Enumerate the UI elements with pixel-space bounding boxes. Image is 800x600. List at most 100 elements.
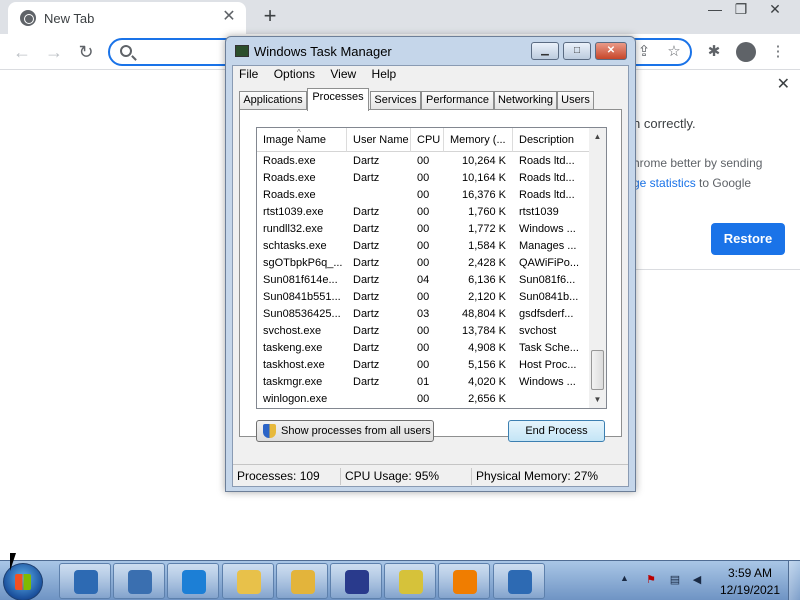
tab-processes[interactable]: Processes: [307, 88, 369, 111]
col-cpu[interactable]: CPU: [411, 128, 444, 152]
cell-memory: 5,156 K: [468, 359, 506, 371]
task-manager-titlebar[interactable]: Windows Task Manager ▁ □ ✕: [226, 37, 635, 65]
bubble-close-icon[interactable]: ✕: [777, 74, 790, 94]
process-row[interactable]: Sun081f614e... Dartz 04 6,136 K Sun081f6...: [257, 272, 591, 289]
col-user-name[interactable]: User Name: [347, 128, 411, 152]
cell-image-name: taskhost.exe: [263, 359, 325, 371]
processes-panel: ^ Image Name User Name CPU Memory (... D…: [239, 109, 622, 442]
taskbar-item-task-manager[interactable]: [492, 563, 545, 599]
tm-maximize-button[interactable]: □: [563, 42, 591, 60]
menu-options[interactable]: Options: [268, 66, 321, 82]
tab-performance[interactable]: Performance: [421, 91, 494, 110]
col-description[interactable]: Description: [513, 128, 591, 152]
process-row[interactable]: sgOTbpkP6q_... Dartz 00 2,428 K QAWiFiPo...: [257, 255, 591, 272]
cell-user-name: Dartz: [353, 308, 380, 320]
cell-user-name: Dartz: [353, 291, 380, 303]
sort-indicator-icon: ^: [297, 128, 301, 137]
tm-close-button[interactable]: ✕: [595, 42, 627, 60]
menu-bar: File Options View Help: [233, 66, 628, 84]
task-manager-body: File Options View Help Applications Proc…: [232, 65, 629, 487]
forward-button[interactable]: →: [42, 40, 66, 64]
show-desktop-button[interactable]: [788, 561, 800, 600]
end-process-button[interactable]: End Process: [508, 420, 605, 442]
window-close-button[interactable]: ✕: [760, 0, 790, 18]
tree-app-icon: [453, 570, 478, 594]
taskbar-item-folder[interactable]: [330, 563, 382, 599]
menu-help[interactable]: Help: [366, 66, 403, 82]
task-manager-icon: [235, 45, 249, 57]
tab-applications[interactable]: Applications: [239, 91, 307, 110]
profile-avatar[interactable]: [736, 42, 756, 62]
cell-image-name: Sun081f614e...: [263, 274, 338, 286]
usage-statistics-link[interactable]: ge statistics: [633, 176, 696, 190]
menu-file[interactable]: File: [233, 66, 264, 82]
status-bar: Processes: 109 CPU Usage: 95% Physical M…: [233, 464, 628, 486]
show-all-users-button[interactable]: Show processes from all users: [256, 420, 434, 442]
tab-networking[interactable]: Networking: [494, 91, 557, 110]
taskbar: ▲ ⚑ ▤ ◀ 3:59 AM 12/19/2021: [0, 560, 800, 600]
cell-memory: 10,264 K: [461, 155, 506, 167]
window-maximize-button[interactable]: ❐: [726, 0, 756, 18]
taskbar-item-folder[interactable]: [221, 563, 274, 599]
taskbar-item-vlc[interactable]: [384, 563, 437, 599]
taskbar-item-slack[interactable]: [167, 563, 220, 599]
cell-cpu: 00: [417, 393, 430, 405]
slack-icon: [182, 570, 207, 594]
tab-new-tab[interactable]: New Tab ✕: [8, 2, 246, 34]
back-button[interactable]: ←: [10, 40, 34, 64]
scroll-up-icon[interactable]: ▲: [589, 128, 606, 145]
scroll-down-icon[interactable]: ▼: [589, 391, 606, 408]
folder-icon: [236, 570, 261, 594]
process-list-scrollbar[interactable]: ▲ ▼: [589, 128, 606, 408]
cell-user-name: Dartz: [353, 257, 380, 269]
bookmark-star-icon[interactable]: ☆: [664, 42, 684, 62]
process-row[interactable]: rtst1039.exe Dartz 00 1,760 K rtst1039: [257, 204, 591, 221]
menu-view[interactable]: View: [324, 66, 362, 82]
teamviewer-icon: [128, 570, 153, 594]
clock-time[interactable]: 3:59 AM: [726, 566, 774, 580]
chrome-menu-icon[interactable]: ⋮: [768, 42, 788, 62]
process-row[interactable]: svchost.exe Dartz 00 13,784 K svchost: [257, 323, 591, 340]
network-icon[interactable]: ▤: [668, 573, 682, 587]
new-tab-button[interactable]: +: [258, 4, 282, 28]
taskbar-item-teamviewer[interactable]: [113, 563, 166, 599]
tab-services[interactable]: Services: [370, 91, 421, 110]
extensions-icon[interactable]: ✱: [704, 42, 724, 62]
tab-close-icon[interactable]: ✕: [220, 8, 238, 26]
share-icon[interactable]: ⇪: [634, 42, 654, 62]
tray-expand-icon[interactable]: ▲: [620, 573, 629, 583]
start-button[interactable]: [3, 563, 43, 600]
process-row[interactable]: taskhost.exe Dartz 00 5,156 K Host Proc...: [257, 357, 591, 374]
volume-icon[interactable]: ◀: [690, 573, 704, 587]
action-center-icon[interactable]: ⚑: [644, 573, 658, 587]
tab-users[interactable]: Users: [557, 91, 594, 110]
cell-cpu: 00: [417, 325, 430, 337]
col-memory[interactable]: Memory (...: [444, 128, 513, 152]
cell-user-name: Dartz: [353, 325, 380, 337]
tm-minimize-button[interactable]: ▁: [531, 42, 559, 60]
process-list[interactable]: ^ Image Name User Name CPU Memory (... D…: [256, 127, 607, 409]
col-image-name[interactable]: ^ Image Name: [257, 128, 347, 152]
cell-user-name: Dartz: [353, 240, 380, 252]
process-row[interactable]: Sun08536425... Dartz 03 48,804 K gsdfsderf..…: [257, 306, 591, 323]
reload-button[interactable]: ↻: [74, 40, 98, 64]
process-row[interactable]: winlogon.exe 00 2,656 K: [257, 391, 591, 408]
cell-description: Task Sche...: [519, 342, 579, 354]
process-row[interactable]: Roads.exe Dartz 00 10,264 K Roads ltd...: [257, 153, 591, 170]
taskbar-item-tree-app[interactable]: [438, 563, 491, 599]
cell-cpu: 04: [417, 274, 430, 286]
process-row[interactable]: Roads.exe 00 16,376 K Roads ltd...: [257, 187, 591, 204]
clock-date[interactable]: 12/19/2021: [716, 583, 784, 597]
restore-button[interactable]: Restore: [711, 223, 785, 255]
process-row[interactable]: Roads.exe Dartz 00 10,164 K Roads ltd...: [257, 170, 591, 187]
process-row[interactable]: Sun0841b551... Dartz 00 2,120 K Sun0841b...: [257, 289, 591, 306]
process-row[interactable]: taskmgr.exe Dartz 01 4,020 K Windows ...: [257, 374, 591, 391]
process-row[interactable]: taskeng.exe Dartz 00 4,908 K Task Sche...: [257, 340, 591, 357]
taskbar-item-ace-app[interactable]: [59, 563, 111, 599]
scroll-thumb[interactable]: [591, 350, 604, 390]
cell-image-name: Sun0841b551...: [263, 291, 341, 303]
process-row[interactable]: schtasks.exe Dartz 00 1,584 K Manages ...: [257, 238, 591, 255]
cell-image-name: sgOTbpkP6q_...: [263, 257, 343, 269]
process-row[interactable]: rundll32.exe Dartz 00 1,772 K Windows ...: [257, 221, 591, 238]
taskbar-item-vortex[interactable]: [275, 563, 328, 599]
